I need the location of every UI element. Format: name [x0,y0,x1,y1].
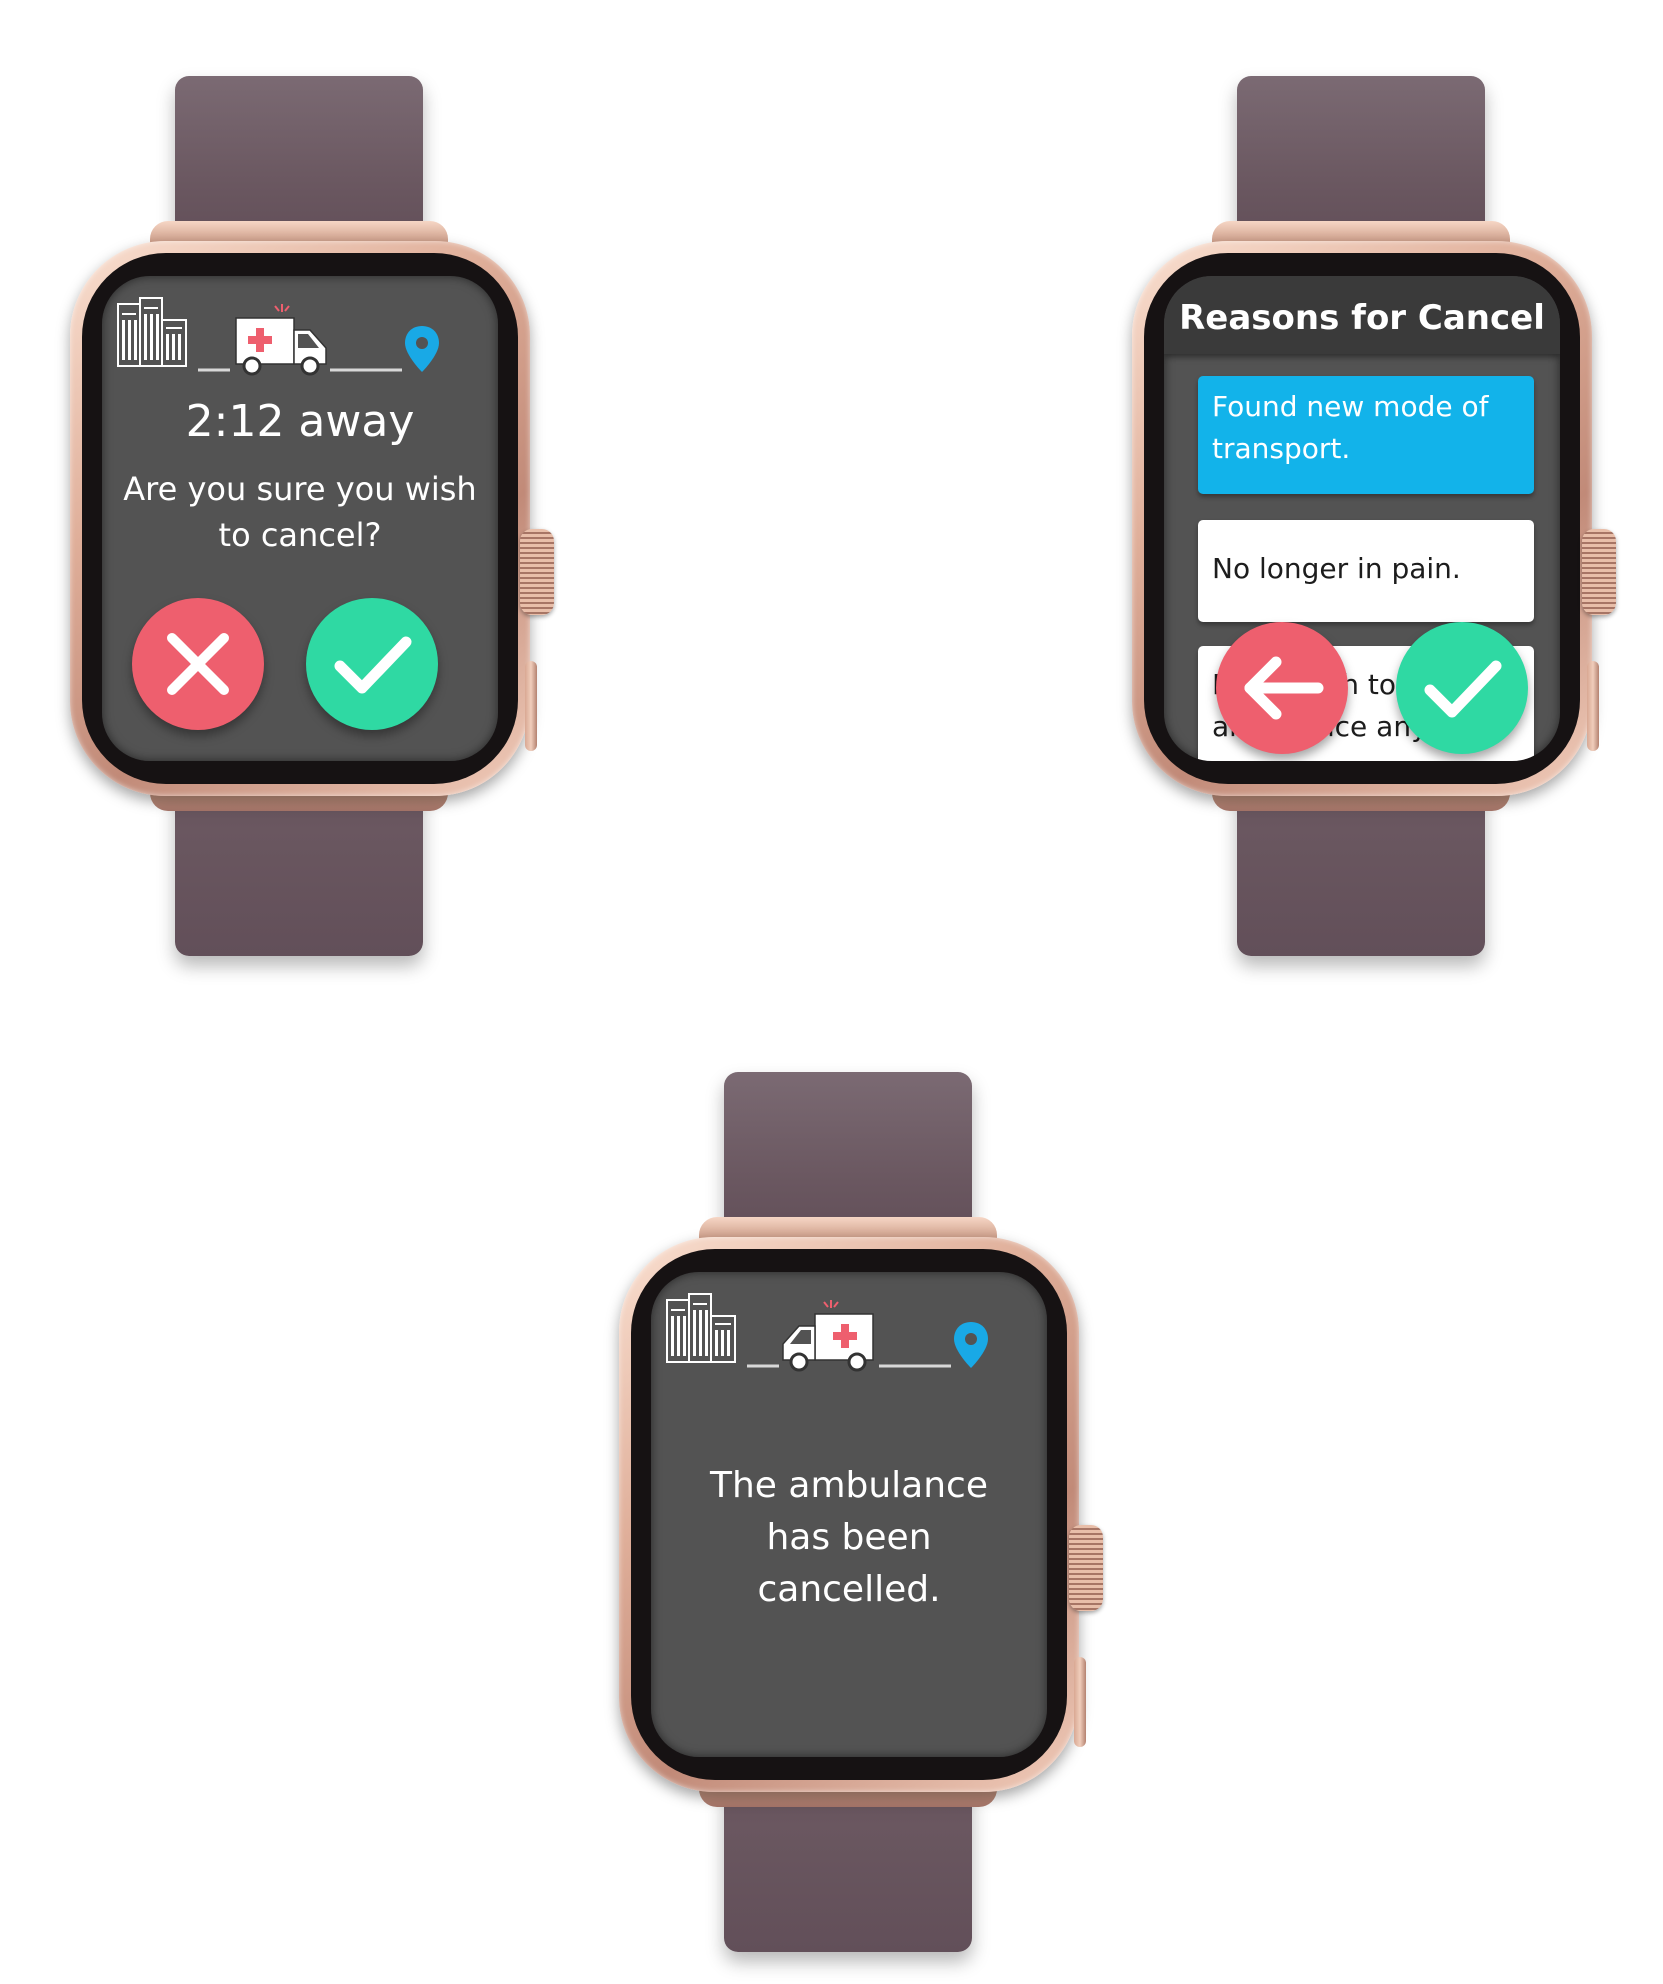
watch-case: The ambulance has been cancelled. [619,1237,1103,1792]
reasons-title: Reasons for Cancel [1179,298,1545,338]
side-button[interactable] [1074,1657,1086,1747]
watch-confirm-cancel: 2:12 away Are you sure you wish to cance… [70,76,554,956]
cancel-question: Are you sure you wish to cancel? [123,470,477,554]
digital-crown[interactable] [1069,1525,1103,1611]
x-icon [167,633,229,695]
watch-case: Reasons for Cancel Found new mode of tra… [1132,241,1616,796]
location-pin-icon [405,326,439,372]
digital-crown[interactable] [520,529,554,615]
route-progress [651,1290,1047,1380]
decline-cancel-button[interactable] [132,598,264,730]
ambulance-icon [235,304,327,376]
confirm-cancel-button[interactable] [306,598,438,730]
check-icon [334,636,412,694]
submit-reason-button[interactable] [1396,622,1528,754]
digital-crown[interactable] [1582,529,1616,615]
reason-option[interactable]: No longer in pain. [1198,520,1534,622]
side-button[interactable] [1587,661,1599,751]
ambulance-icon [782,1300,874,1372]
check-icon [1424,660,1502,718]
watch-reasons: Reasons for Cancel Found new mode of tra… [1132,76,1616,956]
watch-screen: 2:12 away Are you sure you wish to cance… [102,276,498,761]
reasons-header: Reasons for Cancel [1164,276,1560,354]
location-pin-icon [954,1322,988,1368]
cancelled-message: The ambulance has been cancelled. [709,1465,988,1610]
watch-screen: Reasons for Cancel Found new mode of tra… [1164,276,1560,761]
reason-option[interactable]: Found new mode of transport. [1198,376,1534,494]
arrow-left-icon [1244,656,1324,720]
eta-text: 2:12 away [185,396,415,447]
back-button[interactable] [1216,622,1348,754]
side-button[interactable] [525,661,537,751]
watch-case: 2:12 away Are you sure you wish to cance… [70,241,554,796]
watch-screen: The ambulance has been cancelled. [651,1272,1047,1757]
watch-cancelled: The ambulance has been cancelled. [619,1072,1103,1952]
route-progress [102,294,498,384]
reason-label: No longer in pain. [1212,552,1461,585]
reason-label: Found new mode of transport. [1212,390,1489,465]
